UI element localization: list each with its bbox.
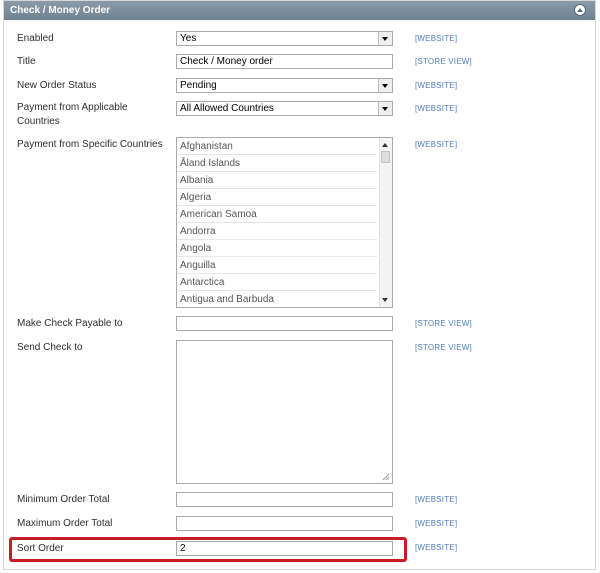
chevron-down-icon[interactable] bbox=[378, 102, 392, 115]
multiselect-scrollbar[interactable] bbox=[379, 138, 392, 307]
country-option[interactable]: Antigua and Barbuda bbox=[177, 291, 377, 307]
min-total-label: Minimum Order Total bbox=[17, 494, 110, 505]
specific-countries-scope: [WEBSITE] bbox=[415, 140, 458, 149]
section-header[interactable]: Check / Money Order bbox=[4, 1, 595, 20]
applicable-countries-scope: [WEBSITE] bbox=[415, 104, 458, 113]
country-option[interactable]: Angola bbox=[177, 240, 377, 257]
collapse-up-icon[interactable] bbox=[574, 4, 586, 16]
min-total-scope: [WEBSITE] bbox=[415, 495, 458, 504]
send-check-to-label: Send Check to bbox=[17, 342, 83, 353]
country-option[interactable]: Antarctica bbox=[177, 274, 377, 291]
enabled-select[interactable]: Yes bbox=[176, 31, 393, 46]
sort-order-highlight-box bbox=[9, 537, 407, 562]
country-option[interactable]: Andorra bbox=[177, 223, 377, 240]
payable-to-scope: [STORE VIEW] bbox=[415, 319, 472, 328]
applicable-countries-value: All Allowed Countries bbox=[180, 103, 274, 114]
applicable-countries-label-line2: Countries bbox=[17, 116, 60, 127]
payable-to-input[interactable] bbox=[176, 316, 393, 331]
payable-to-label: Make Check Payable to bbox=[17, 318, 123, 329]
country-option[interactable]: American Samoa bbox=[177, 206, 377, 223]
new-order-status-scope: [WEBSITE] bbox=[415, 81, 458, 90]
title-label: Title bbox=[17, 56, 36, 67]
chevron-down-icon[interactable] bbox=[378, 79, 392, 92]
resize-grip-icon[interactable] bbox=[382, 473, 390, 481]
title-input[interactable]: Check / Money order bbox=[176, 54, 393, 69]
scroll-thumb[interactable] bbox=[381, 151, 390, 163]
country-option[interactable]: Algeria bbox=[177, 189, 377, 206]
specific-countries-label: Payment from Specific Countries bbox=[17, 139, 163, 150]
max-total-label: Maximum Order Total bbox=[17, 518, 113, 529]
country-option[interactable]: Anguilla bbox=[177, 257, 377, 274]
specific-countries-multiselect[interactable]: Afghanistan Åland Islands Albania Algeri… bbox=[176, 137, 393, 308]
enabled-scope: [WEBSITE] bbox=[415, 34, 458, 43]
sort-order-scope: [WEBSITE] bbox=[415, 543, 458, 552]
new-order-status-label: New Order Status bbox=[17, 80, 97, 91]
send-check-to-textarea[interactable] bbox=[176, 340, 393, 484]
enabled-label: Enabled bbox=[17, 33, 54, 44]
country-option[interactable]: Afghanistan bbox=[177, 138, 377, 155]
new-order-status-select[interactable]: Pending bbox=[176, 78, 393, 93]
max-total-scope: [WEBSITE] bbox=[415, 519, 458, 528]
section-title: Check / Money Order bbox=[10, 5, 111, 16]
chevron-down-icon[interactable] bbox=[378, 32, 392, 45]
country-option[interactable]: Albania bbox=[177, 172, 377, 189]
scroll-up-arrow-icon[interactable] bbox=[382, 143, 388, 147]
country-option[interactable]: Åland Islands bbox=[177, 155, 377, 172]
enabled-value: Yes bbox=[180, 33, 197, 44]
max-total-input[interactable] bbox=[176, 516, 393, 531]
title-scope: [STORE VIEW] bbox=[415, 57, 472, 66]
applicable-countries-select[interactable]: All Allowed Countries bbox=[176, 101, 393, 116]
scroll-down-arrow-icon[interactable] bbox=[382, 298, 388, 302]
new-order-status-value: Pending bbox=[180, 80, 217, 91]
title-value: Check / Money order bbox=[180, 56, 273, 67]
applicable-countries-label-line1: Payment from Applicable bbox=[17, 102, 128, 113]
min-total-input[interactable] bbox=[176, 492, 393, 507]
send-check-to-scope: [STORE VIEW] bbox=[415, 343, 472, 352]
